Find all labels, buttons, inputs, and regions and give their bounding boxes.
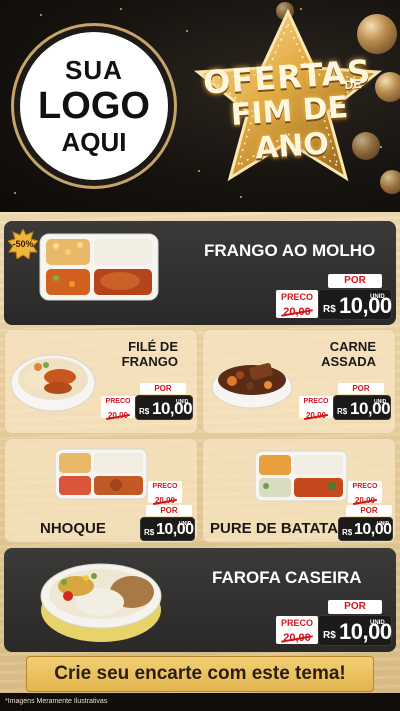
- sparkle: [120, 8, 122, 10]
- logo-text-line: LOGO: [38, 85, 150, 127]
- old-price: 20,00: [107, 411, 129, 420]
- product-name: CARNE ASSADA: [296, 339, 376, 370]
- unit-label: UNID: [176, 399, 189, 405]
- new-price-tag: R$ 10,00 UNID: [333, 395, 391, 420]
- preco-label: PRECO: [105, 398, 131, 405]
- old-price: 20,00: [154, 496, 176, 505]
- old-price-tag: PRECO 20,00: [101, 396, 135, 420]
- por-label: POR: [146, 505, 192, 516]
- old-price-tag: PRECO 20,00: [148, 481, 182, 505]
- old-price-tag: PRECO 20,00: [348, 481, 382, 505]
- unit-label: UNID: [374, 399, 387, 405]
- por-label: POR: [346, 505, 392, 516]
- old-price-tag: PRECO 20,00: [276, 616, 318, 644]
- food-tray-image: [54, 448, 148, 500]
- currency-symbol: R$: [323, 630, 336, 641]
- new-price-tag: R$ 10,00 UNID: [135, 395, 193, 420]
- preco-label: PRECO: [280, 618, 313, 628]
- old-price-tag: PRECO 20,00: [299, 396, 333, 420]
- product-name: FAROFA CASEIRA: [212, 568, 362, 587]
- old-price: 20,00: [354, 496, 376, 505]
- unit-label: UNID: [179, 521, 192, 527]
- product-name-line1: CARNE: [329, 339, 376, 354]
- logo-text-line: AQUI: [61, 127, 127, 157]
- new-price-tag: R$ 10,00 UNID: [318, 615, 392, 646]
- currency-symbol: R$: [144, 528, 155, 537]
- product-name-line1: FILÉ DE: [128, 339, 178, 354]
- food-bowl-image: [10, 345, 96, 413]
- preco-label: PRECO: [352, 483, 378, 490]
- old-price-tag: PRECO 20,00: [276, 290, 318, 318]
- old-price: 20,00: [283, 632, 311, 644]
- por-label: POR: [328, 274, 382, 288]
- offer-title: OFERTAS DE FIM DE ANO: [199, 52, 381, 170]
- logo-placeholder: SUA LOGO AQUI: [14, 26, 174, 186]
- offer-title-de: DE: [344, 76, 362, 93]
- por-label: POR: [328, 600, 382, 614]
- new-price-tag: R$ 10,00 UNID: [140, 517, 195, 541]
- currency-symbol: R$: [342, 528, 353, 537]
- product-name: FRANGO AO MOLHO: [204, 241, 376, 260]
- product-name: PURE DE BATATA: [210, 520, 339, 537]
- sparkle: [14, 192, 16, 194]
- por-label: POR: [338, 383, 384, 394]
- discount-badge-text: -50%: [12, 239, 34, 249]
- header-banner: SUA LOGO AQUI OFERTAS DE FIM DE ANO: [0, 0, 400, 212]
- new-price-tag: R$ 10,00 UNID: [318, 289, 392, 320]
- product-name: NHOQUE: [40, 520, 106, 537]
- preco-label: PRECO: [303, 398, 329, 405]
- food-tray-image: [254, 450, 348, 502]
- new-price-tag: R$ 10,00 UNID: [338, 517, 393, 541]
- preco-label: PRECO: [152, 483, 178, 490]
- unit-label: UNID: [370, 620, 385, 626]
- currency-symbol: R$: [139, 407, 150, 416]
- currency-symbol: R$: [337, 407, 348, 416]
- food-bowl-image: [40, 556, 162, 644]
- currency-symbol: R$: [323, 304, 336, 315]
- logo-text-line: SUA: [65, 55, 123, 85]
- food-bowl-image: [210, 353, 294, 409]
- product-name-line2: FRANGO: [121, 353, 178, 369]
- unit-label: UNID: [377, 521, 390, 527]
- por-label: POR: [140, 383, 186, 394]
- product-name-line2: ASSADA: [321, 353, 376, 369]
- old-price: 20,00: [283, 306, 311, 318]
- old-price: 20,00: [305, 411, 327, 420]
- preco-label: PRECO: [280, 292, 313, 302]
- disclaimer-text: *Imagens Meramente Ilustrativas: [5, 698, 108, 705]
- food-tray-image: [38, 232, 160, 302]
- cta-banner[interactable]: Crie seu encarte com este tema!: [26, 656, 374, 692]
- unit-label: UNID: [370, 294, 385, 300]
- product-name: FILÉ DE FRANGO: [98, 339, 178, 370]
- sparkle: [40, 14, 42, 16]
